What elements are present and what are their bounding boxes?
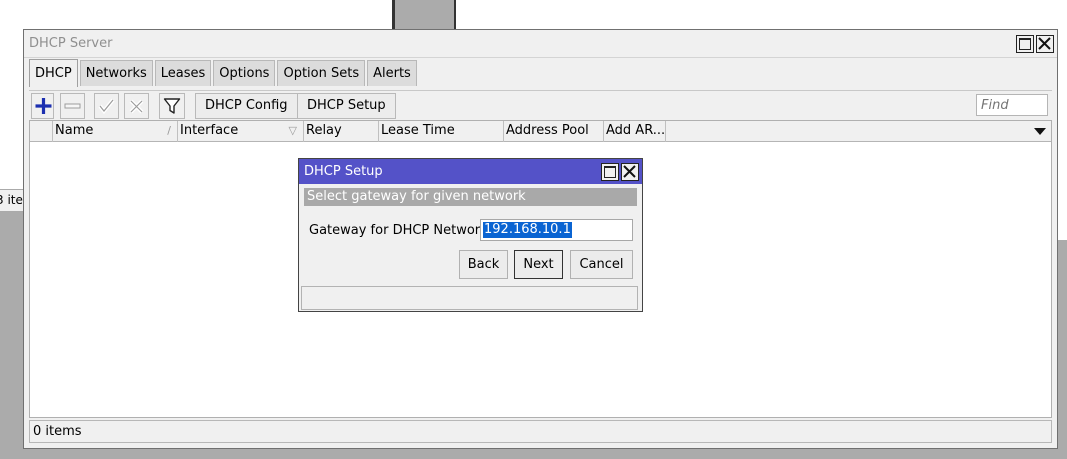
filter-button[interactable] <box>159 93 185 119</box>
dialog-title: DHCP Setup <box>304 164 383 179</box>
check-icon <box>98 98 115 115</box>
gateway-input-value: 192.168.10.1 <box>483 222 572 238</box>
plus-icon <box>35 98 52 114</box>
remove-button[interactable] <box>60 93 85 119</box>
dhcp-setup-dialog: DHCP Setup Select gateway for given netw… <box>298 158 643 312</box>
close-button[interactable] <box>1036 35 1054 53</box>
enable-button[interactable] <box>94 93 119 119</box>
background-panel-left <box>0 0 392 29</box>
minus-icon <box>64 103 81 109</box>
tab-leases[interactable]: Leases <box>154 60 212 86</box>
column-header-add-arp[interactable]: Add AR... <box>603 121 665 142</box>
background-divider <box>392 0 395 29</box>
background-panel-right-side <box>1058 0 1067 240</box>
cancel-button[interactable]: Cancel <box>570 250 633 279</box>
find-input[interactable] <box>976 94 1048 116</box>
column-header-name[interactable]: Name / <box>52 121 177 142</box>
dialog-maximize-button[interactable] <box>601 163 619 181</box>
tab-dhcp[interactable]: DHCP <box>29 59 78 87</box>
filter-icon <box>163 98 181 114</box>
next-button[interactable]: Next <box>514 250 563 279</box>
tab-networks[interactable]: Networks <box>79 60 153 86</box>
dialog-subtitle: Select gateway for given network <box>304 188 637 206</box>
background-panel-right <box>456 0 1067 29</box>
add-button[interactable] <box>31 93 54 119</box>
dialog-title-bar[interactable]: DHCP Setup <box>299 159 642 184</box>
close-icon <box>1038 37 1051 50</box>
x-icon <box>129 99 144 114</box>
disable-button[interactable] <box>124 93 149 119</box>
close-icon <box>623 165 636 178</box>
dhcp-setup-button[interactable]: DHCP Setup <box>297 93 396 119</box>
window-title: DHCP Server <box>29 36 113 51</box>
column-header-interface[interactable]: Interface ▽ <box>177 121 303 142</box>
background-panel-left-side <box>0 29 23 189</box>
gateway-field-label: Gateway for DHCP Network: <box>309 223 493 238</box>
back-button[interactable]: Back <box>459 250 508 279</box>
sort-icon: / <box>167 124 171 137</box>
column-divider <box>665 121 666 142</box>
dhcp-config-button[interactable]: DHCP Config <box>195 93 298 119</box>
tab-bar: DHCP Networks Leases Options Option Sets… <box>29 59 419 87</box>
gateway-input[interactable]: 192.168.10.1 <box>480 219 633 241</box>
window-title-bar[interactable]: DHCP Server <box>24 30 1057 58</box>
column-header-address-pool[interactable]: Address Pool <box>503 121 603 142</box>
column-menu-dropdown[interactable] <box>1031 121 1049 141</box>
column-header-lease-time[interactable]: Lease Time <box>378 121 503 142</box>
table-header: Name / Interface ▽ Relay Lease Time Addr… <box>30 121 1051 142</box>
toolbar: DHCP Config DHCP Setup <box>29 90 1052 120</box>
maximize-button[interactable] <box>1016 35 1034 53</box>
tab-options[interactable]: Options <box>213 60 276 86</box>
dialog-status-bar <box>301 286 638 310</box>
background-gap <box>396 0 454 29</box>
sort-descending-icon: ▽ <box>288 124 297 137</box>
tab-option-sets[interactable]: Option Sets <box>277 60 366 86</box>
status-bar: 0 items <box>29 420 1052 443</box>
column-header-relay[interactable]: Relay <box>303 121 378 142</box>
dialog-close-button[interactable] <box>621 163 639 181</box>
tab-alerts[interactable]: Alerts <box>367 60 417 86</box>
background-items-fragment: 3 iter <box>0 189 25 212</box>
